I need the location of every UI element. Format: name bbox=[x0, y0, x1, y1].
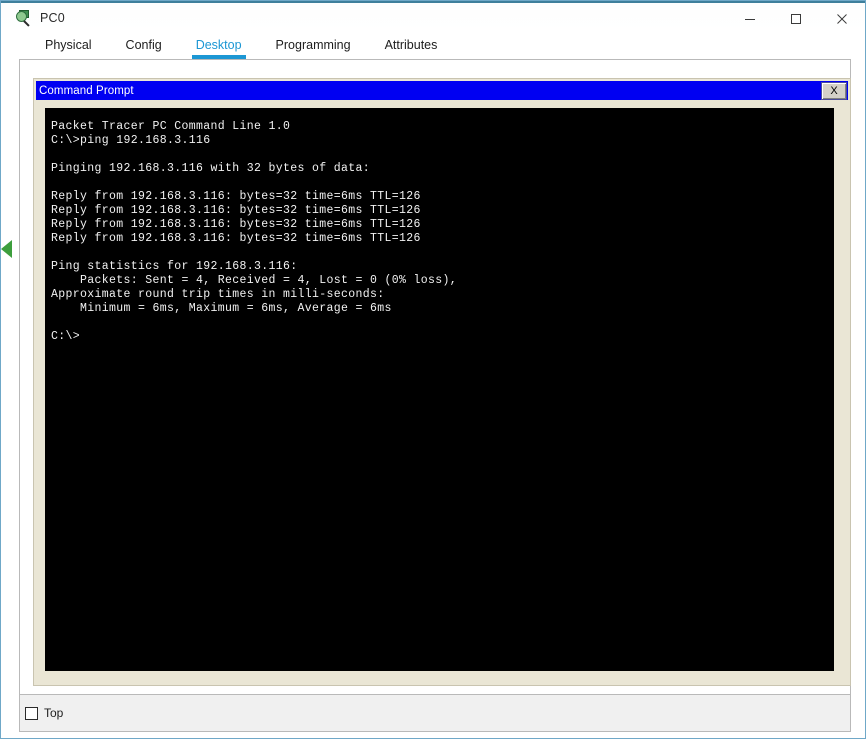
maximize-button[interactable] bbox=[773, 3, 819, 34]
minimize-button[interactable] bbox=[727, 3, 773, 34]
tab-programming[interactable]: Programming bbox=[259, 38, 368, 59]
close-button[interactable] bbox=[819, 3, 865, 34]
window-controls bbox=[727, 3, 865, 34]
close-icon bbox=[836, 13, 848, 25]
left-scroll-marker-icon bbox=[1, 240, 12, 258]
minimize-icon bbox=[744, 13, 756, 25]
top-checkbox-label: Top bbox=[44, 706, 64, 720]
command-prompt-titlebar: Command Prompt X bbox=[36, 81, 848, 100]
footer-bar: Top bbox=[19, 694, 851, 732]
terminal-body[interactable]: Packet Tracer PC Command Line 1.0 C:\>pi… bbox=[45, 108, 834, 671]
window-title-group: PC0 bbox=[1, 9, 65, 27]
terminal-output: Packet Tracer PC Command Line 1.0 C:\>pi… bbox=[51, 120, 458, 343]
command-prompt-title: Command Prompt bbox=[39, 84, 134, 97]
maximize-icon bbox=[790, 13, 802, 25]
tab-bar: Physical Config Desktop Programming Attr… bbox=[1, 32, 865, 59]
desktop-content-panel: Command Prompt X Packet Tracer PC Comman… bbox=[1, 59, 851, 694]
window-titlebar: PC0 bbox=[1, 1, 865, 32]
top-checkbox[interactable] bbox=[25, 706, 38, 720]
packet-tracer-device-icon bbox=[16, 9, 32, 27]
tab-desktop[interactable]: Desktop bbox=[179, 38, 259, 59]
command-prompt-window: Command Prompt X Packet Tracer PC Comman… bbox=[33, 78, 851, 686]
window-title: PC0 bbox=[40, 10, 65, 25]
pc0-window: PC0 Physical Config Desktop Programming … bbox=[0, 0, 866, 739]
command-prompt-close-button[interactable]: X bbox=[821, 82, 847, 100]
tab-config[interactable]: Config bbox=[109, 38, 179, 59]
tab-physical[interactable]: Physical bbox=[28, 38, 109, 59]
tab-attributes[interactable]: Attributes bbox=[368, 38, 455, 59]
